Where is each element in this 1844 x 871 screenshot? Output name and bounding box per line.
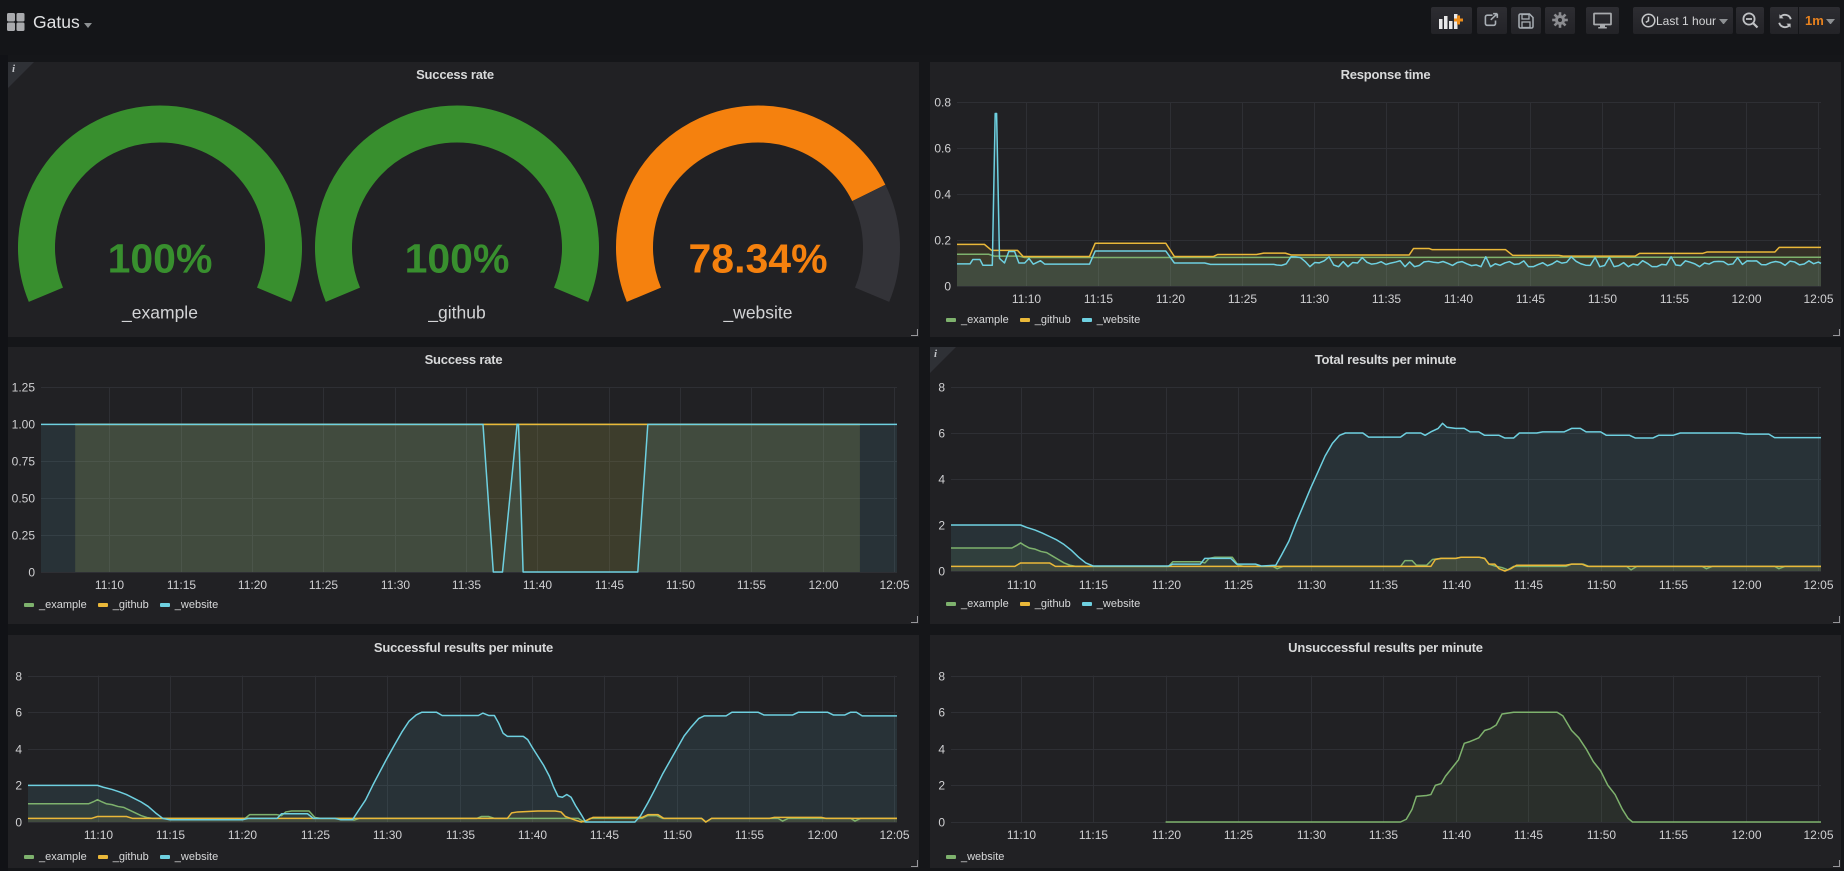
svg-text:11:35: 11:35: [1369, 828, 1398, 842]
svg-text:11:45: 11:45: [595, 578, 624, 592]
svg-text:0: 0: [28, 566, 35, 580]
svg-text:100%: 100%: [405, 236, 510, 282]
svg-text:11:30: 11:30: [1300, 292, 1329, 306]
svg-text:11:45: 11:45: [1516, 292, 1545, 306]
svg-text:11:25: 11:25: [301, 828, 330, 842]
svg-text:0.4: 0.4: [934, 188, 951, 202]
svg-text:0.6: 0.6: [934, 142, 951, 156]
svg-text:0.50: 0.50: [12, 492, 36, 506]
svg-text:_github: _github: [427, 303, 485, 324]
svg-text:11:25: 11:25: [1224, 578, 1253, 592]
svg-text:11:10: 11:10: [1007, 828, 1036, 842]
svg-text:11:50: 11:50: [663, 828, 692, 842]
svg-text:_website: _website: [722, 303, 792, 324]
svg-text:4: 4: [938, 473, 945, 487]
svg-text:0.75: 0.75: [12, 455, 36, 469]
svg-text:11:50: 11:50: [1587, 578, 1616, 592]
svg-text:11:25: 11:25: [1228, 292, 1257, 306]
svg-text:12:00: 12:00: [1731, 292, 1761, 306]
svg-text:11:15: 11:15: [156, 828, 185, 842]
svg-text:0.2: 0.2: [934, 234, 951, 248]
svg-text:12:00: 12:00: [808, 578, 838, 592]
svg-text:11:50: 11:50: [1587, 828, 1616, 842]
svg-text:11:30: 11:30: [1297, 578, 1326, 592]
svg-text:11:25: 11:25: [309, 578, 338, 592]
svg-text:11:40: 11:40: [523, 578, 552, 592]
svg-text:11:10: 11:10: [84, 828, 113, 842]
svg-text:11:10: 11:10: [1012, 292, 1041, 306]
svg-text:12:05: 12:05: [879, 828, 909, 842]
svg-text:11:30: 11:30: [373, 828, 402, 842]
svg-text:11:35: 11:35: [452, 578, 481, 592]
svg-text:2: 2: [15, 779, 22, 793]
svg-text:11:20: 11:20: [1156, 292, 1185, 306]
svg-text:0: 0: [938, 565, 945, 579]
svg-text:11:15: 11:15: [1084, 292, 1113, 306]
svg-text:11:30: 11:30: [381, 578, 410, 592]
svg-text:11:40: 11:40: [1442, 828, 1471, 842]
svg-text:12:05: 12:05: [1803, 578, 1833, 592]
svg-text:11:15: 11:15: [1079, 578, 1108, 592]
svg-text:12:00: 12:00: [807, 828, 837, 842]
svg-text:8: 8: [15, 670, 22, 684]
svg-text:11:35: 11:35: [446, 828, 475, 842]
svg-text:11:35: 11:35: [1369, 578, 1398, 592]
svg-text:12:05: 12:05: [1803, 292, 1833, 306]
svg-text:11:45: 11:45: [1514, 578, 1543, 592]
svg-text:11:40: 11:40: [1442, 578, 1471, 592]
svg-text:11:20: 11:20: [228, 828, 257, 842]
svg-text:_example: _example: [121, 303, 198, 324]
svg-text:2: 2: [938, 519, 945, 533]
svg-text:11:45: 11:45: [590, 828, 619, 842]
svg-text:0.8: 0.8: [934, 96, 951, 110]
svg-text:6: 6: [938, 427, 945, 441]
svg-text:11:20: 11:20: [1152, 828, 1181, 842]
svg-text:12:00: 12:00: [1731, 578, 1761, 592]
svg-text:4: 4: [15, 743, 22, 757]
svg-text:11:25: 11:25: [1224, 828, 1253, 842]
svg-text:1.25: 1.25: [12, 381, 36, 395]
svg-text:0: 0: [944, 280, 951, 294]
svg-text:11:15: 11:15: [167, 578, 196, 592]
svg-text:11:50: 11:50: [666, 578, 695, 592]
svg-text:12:05: 12:05: [879, 578, 909, 592]
svg-text:0.25: 0.25: [12, 529, 36, 543]
svg-text:0: 0: [938, 816, 945, 830]
svg-text:8: 8: [938, 381, 945, 395]
svg-text:11:40: 11:40: [1444, 292, 1473, 306]
svg-text:11:55: 11:55: [735, 828, 764, 842]
svg-text:11:40: 11:40: [518, 828, 547, 842]
svg-text:11:20: 11:20: [1152, 578, 1181, 592]
svg-text:11:30: 11:30: [1297, 828, 1326, 842]
svg-text:100%: 100%: [108, 236, 213, 282]
svg-text:11:45: 11:45: [1514, 828, 1543, 842]
svg-text:11:10: 11:10: [1007, 578, 1036, 592]
svg-text:6: 6: [15, 706, 22, 720]
svg-text:11:55: 11:55: [1659, 828, 1688, 842]
svg-text:11:20: 11:20: [238, 578, 267, 592]
svg-text:8: 8: [938, 670, 945, 684]
svg-text:11:55: 11:55: [1660, 292, 1689, 306]
svg-text:11:10: 11:10: [95, 578, 124, 592]
svg-text:11:35: 11:35: [1372, 292, 1401, 306]
svg-text:78.34%: 78.34%: [688, 236, 827, 282]
svg-text:4: 4: [938, 743, 945, 757]
svg-text:11:15: 11:15: [1079, 828, 1108, 842]
svg-text:2: 2: [938, 779, 945, 793]
svg-text:11:55: 11:55: [1659, 578, 1688, 592]
svg-text:12:05: 12:05: [1803, 828, 1833, 842]
svg-text:0: 0: [15, 816, 22, 830]
svg-text:12:00: 12:00: [1731, 828, 1761, 842]
svg-text:1.00: 1.00: [12, 418, 36, 432]
svg-text:6: 6: [938, 706, 945, 720]
svg-text:11:50: 11:50: [1588, 292, 1617, 306]
svg-text:11:55: 11:55: [737, 578, 766, 592]
